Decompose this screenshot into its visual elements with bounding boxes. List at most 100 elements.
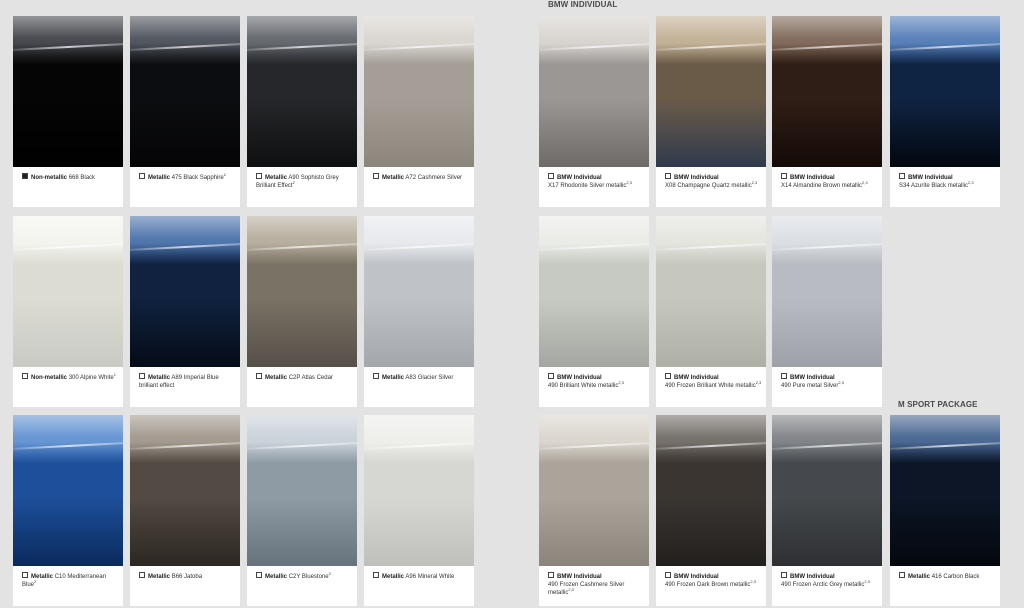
paint-name-label: 490 Frozen Cashmere Silver metallic [548, 582, 625, 596]
paint-name-label: 490 Frozen Arctic Grey metallic [781, 582, 865, 588]
paint-type-label: BMW Individual [790, 574, 835, 580]
paint-type-label: BMW Individual [790, 175, 835, 181]
color-caption: Metallic 416 Carbon Black [899, 572, 996, 581]
color-caption: BMW Individual 490 Pure metal Silver2,3 [781, 373, 878, 390]
color-option-card[interactable]: BMW Individual 490 Pure metal Silver2,3 [772, 216, 882, 407]
paint-type-label: Metallic [382, 175, 405, 181]
checkbox-icon[interactable] [665, 572, 671, 578]
color-option-card[interactable]: Metallic A90 Sophisto Grey Brilliant Eff… [247, 16, 357, 207]
checkbox-icon[interactable] [548, 373, 554, 379]
paint-name-label: 416 Carbon Black [931, 574, 980, 580]
paint-swatch [772, 415, 882, 566]
paint-type-label: BMW Individual [557, 375, 602, 381]
section-title-bmw-individual: BMW INDIVIDUAL [548, 0, 618, 9]
color-caption: BMW Individual X08 Champagne Quartz metal… [665, 173, 762, 190]
paint-swatch [130, 216, 240, 367]
color-option-card[interactable]: BMW Individual X17 Rhodonite Silver metal… [539, 16, 649, 207]
checkbox-icon[interactable] [781, 373, 787, 379]
paint-type-label: Metallic [148, 574, 171, 580]
color-option-card[interactable]: Non-metallic 300 Alpine White1 [13, 216, 123, 407]
checkbox-icon[interactable] [548, 572, 554, 578]
checkbox-icon[interactable] [373, 173, 379, 179]
color-caption: Metallic A90 Sophisto Grey Brilliant Eff… [256, 173, 353, 190]
paint-name-label: B66 Jatoba [171, 574, 203, 580]
footnote-marker: 2,3 [838, 380, 844, 385]
paint-name-label: 668 Black [68, 175, 96, 181]
color-option-card[interactable]: Metallic C2P Atlas Cedar [247, 216, 357, 407]
color-caption: Metallic A72 Cashmere Silver [373, 173, 470, 182]
color-option-card[interactable]: BMW Individual 490 Brilliant White metall… [539, 216, 649, 407]
checkbox-icon[interactable] [139, 373, 145, 379]
checkbox-icon[interactable] [139, 572, 145, 578]
color-option-card[interactable]: Metallic A72 Cashmere Silver [364, 16, 474, 207]
paint-type-label: BMW Individual [790, 375, 835, 381]
color-option-card[interactable]: Metallic A83 Glacier Silver [364, 216, 474, 407]
paint-name-label: X14 Almandine Brown metallic [781, 183, 863, 189]
paint-name-label: 475 Black Sapphire [171, 175, 224, 181]
color-option-card[interactable]: Metallic A89 Imperial Blue brilliant eff… [130, 216, 240, 407]
color-option-card[interactable]: Non-metallic 668 Black [13, 16, 123, 207]
color-caption: BMW Individual X14 Almandine Brown metall… [781, 173, 878, 190]
checkbox-checked-icon[interactable] [22, 173, 28, 179]
paint-name-label: X17 Rhodonite Silver metallic [548, 183, 627, 189]
color-option-card[interactable]: Metallic C2Y Bluestone2 [247, 415, 357, 606]
footnote-marker: 2,3 [968, 180, 974, 185]
paint-type-label: Metallic [265, 574, 288, 580]
color-option-card[interactable]: Metallic 475 Black Sapphire2 [130, 16, 240, 207]
checkbox-icon[interactable] [899, 173, 905, 179]
footnote-marker: 1 [113, 372, 116, 377]
color-option-card[interactable]: Metallic B66 Jatoba [130, 415, 240, 606]
footnote-marker: 2,3 [626, 180, 632, 185]
color-option-card[interactable]: Metallic 416 Carbon Black [890, 415, 1000, 606]
color-option-card[interactable]: Metallic A96 Mineral White [364, 415, 474, 606]
checkbox-icon[interactable] [22, 572, 28, 578]
paint-name-label: C2Y Bluestone [288, 574, 329, 580]
checkbox-icon[interactable] [256, 173, 262, 179]
color-caption: BMW Individual 490 Frozen Brilliant White… [665, 373, 762, 390]
footnote-marker: 2,3 [618, 380, 624, 385]
paint-type-label: Metallic [265, 175, 288, 181]
paint-type-label: BMW Individual [557, 574, 602, 580]
paint-swatch [247, 415, 357, 566]
paint-name-label: A96 Mineral White [405, 574, 455, 580]
color-caption: Metallic C2Y Bluestone2 [256, 572, 353, 581]
checkbox-icon[interactable] [139, 173, 145, 179]
paint-swatch [364, 216, 474, 367]
paint-type-label: Metallic [265, 375, 288, 381]
checkbox-icon[interactable] [665, 373, 671, 379]
paint-type-label: Metallic [908, 574, 931, 580]
checkbox-icon[interactable] [373, 373, 379, 379]
checkbox-icon[interactable] [373, 572, 379, 578]
footnote-marker: 2 [292, 180, 295, 185]
paint-name-label: 300 Alpine White [68, 375, 114, 381]
color-caption: Metallic C2P Atlas Cedar [256, 373, 353, 382]
checkbox-icon[interactable] [781, 572, 787, 578]
checkbox-icon[interactable] [256, 373, 262, 379]
footnote-marker: 2 [328, 571, 331, 576]
color-option-card[interactable]: BMW Individual 490 Frozen Brilliant White… [656, 216, 766, 407]
checkbox-icon[interactable] [22, 373, 28, 379]
paint-swatch [772, 216, 882, 367]
paint-name-label: A83 Glacier Silver [405, 375, 454, 381]
color-option-card[interactable]: BMW Individual S34 Azurite Black metallic… [890, 16, 1000, 207]
paint-name-label: 490 Frozen Dark Brown metallic [665, 582, 751, 588]
color-option-card[interactable]: BMW Individual 490 Frozen Cashmere Silver… [539, 415, 649, 606]
color-option-card[interactable]: BMW Individual X08 Champagne Quartz metal… [656, 16, 766, 207]
checkbox-icon[interactable] [548, 173, 554, 179]
color-option-card[interactable]: BMW Individual 490 Frozen Arctic Grey met… [772, 415, 882, 606]
color-caption: BMW Individual 490 Frozen Cashmere Silver… [548, 572, 645, 597]
checkbox-icon[interactable] [665, 173, 671, 179]
color-option-card[interactable]: BMW Individual 490 Frozen Dark Brown meta… [656, 415, 766, 606]
color-option-card[interactable]: BMW Individual X14 Almandine Brown metall… [772, 16, 882, 207]
paint-swatch [539, 415, 649, 566]
color-option-card[interactable]: Metallic C10 Mediterranean Blue2 [13, 415, 123, 606]
paint-swatch [890, 415, 1000, 566]
paint-type-label: BMW Individual [674, 574, 719, 580]
paint-name-label: X08 Champagne Quartz metallic [665, 183, 752, 189]
checkbox-icon[interactable] [899, 572, 905, 578]
checkbox-icon[interactable] [781, 173, 787, 179]
checkbox-icon[interactable] [256, 572, 262, 578]
paint-swatch [364, 16, 474, 167]
paint-swatch [539, 216, 649, 367]
footnote-marker: 2,3 [751, 180, 758, 185]
